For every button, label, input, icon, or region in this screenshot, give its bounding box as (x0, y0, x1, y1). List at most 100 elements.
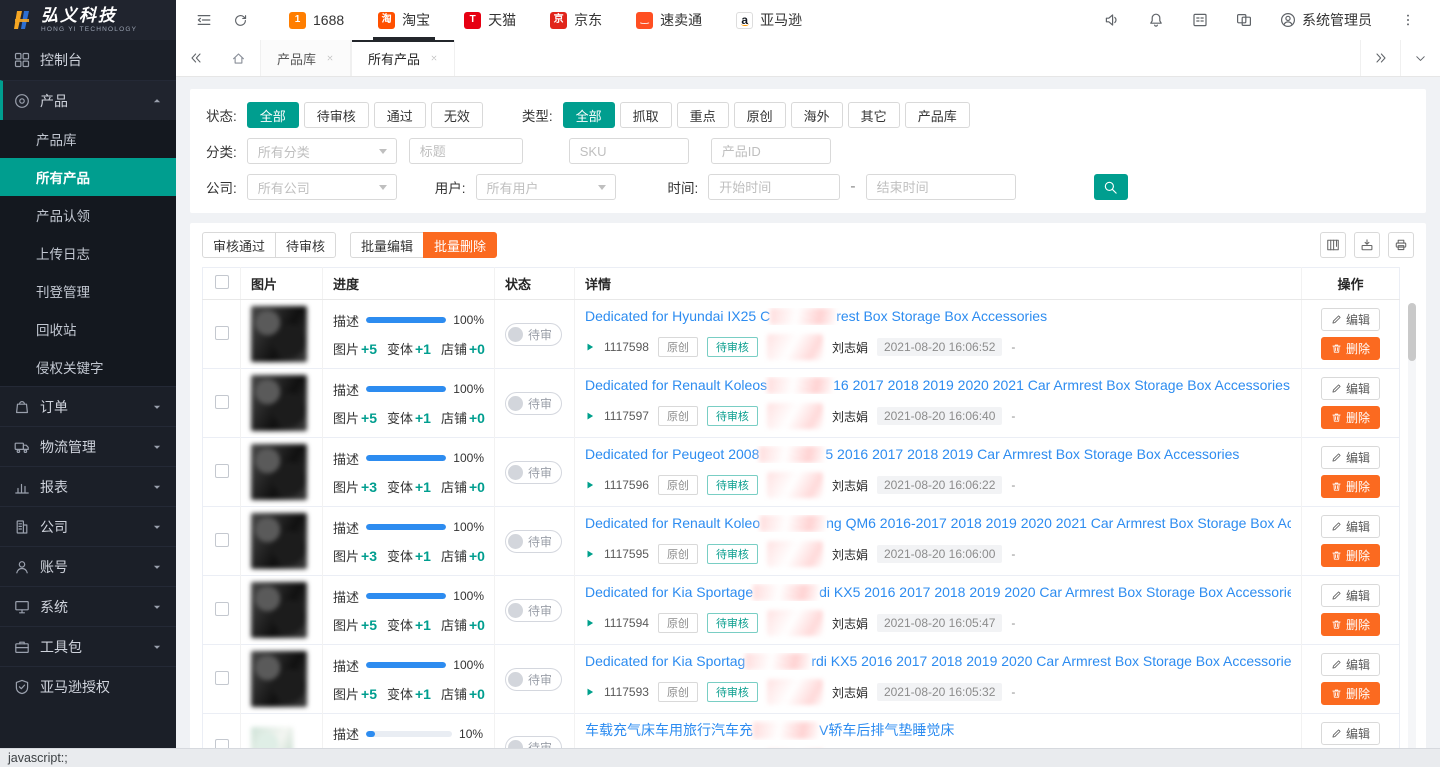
row-checkbox[interactable] (215, 739, 229, 748)
sidebar-item-amazon-auth[interactable]: 亚马逊授权 (0, 666, 176, 706)
filter-chip[interactable]: 待审核 (304, 102, 369, 128)
product-thumbnail[interactable] (251, 444, 307, 500)
product-title-link[interactable]: Dedicated for Peugeot 20085 2016 2017 20… (585, 446, 1291, 463)
set-pending-button[interactable]: 待审核 (275, 232, 336, 258)
edit-button[interactable]: 编辑 (1321, 722, 1380, 745)
product-title-link[interactable]: Dedicated for Renault Koleos16 2017 2018… (585, 377, 1291, 394)
category-select[interactable]: 所有分类 (247, 138, 397, 164)
marketplace-tab-tmall[interactable]: T天猫 (447, 0, 533, 40)
filter-chip[interactable]: 其它 (848, 102, 900, 128)
audit-switch[interactable]: 待审 (505, 323, 562, 346)
marketplace-tab-amazon[interactable]: a亚马逊 (719, 0, 819, 40)
delete-button[interactable]: 删除 (1321, 544, 1380, 567)
filter-chip[interactable]: 全部 (247, 102, 299, 128)
product-title-link[interactable]: Dedicated for Renault Koleong QM6 2016-2… (585, 515, 1291, 532)
batch-edit-button[interactable]: 批量编辑 (350, 232, 424, 258)
product-thumbnail[interactable] (251, 306, 307, 362)
delete-button[interactable]: 删除 (1321, 337, 1380, 360)
product-title-link[interactable]: Dedicated for Hyundai IX25 Crest Box Sto… (585, 308, 1291, 325)
close-tab-icon[interactable] (326, 54, 334, 62)
delete-button[interactable]: 删除 (1321, 682, 1380, 705)
product-thumbnail[interactable] (251, 513, 307, 569)
marketplace-tab-aliexpress[interactable]: ‿速卖通 (619, 0, 719, 40)
print-icon[interactable] (1388, 232, 1414, 258)
notification-bell-icon[interactable] (1134, 0, 1178, 40)
apps-grid-icon[interactable] (1178, 0, 1222, 40)
sidebar-subitem[interactable]: 回收站 (0, 310, 176, 348)
search-button[interactable] (1094, 174, 1128, 200)
company-select[interactable]: 所有公司 (247, 174, 397, 200)
row-checkbox[interactable] (215, 326, 229, 340)
close-tab-icon[interactable] (430, 54, 438, 62)
play-icon[interactable] (585, 342, 595, 352)
end-time-input[interactable] (866, 174, 1016, 200)
delete-button[interactable]: 删除 (1321, 406, 1380, 429)
audit-switch[interactable]: 待审 (505, 736, 562, 748)
row-checkbox[interactable] (215, 602, 229, 616)
table-scrollbar-thumb[interactable] (1408, 303, 1416, 361)
filter-chip[interactable]: 重点 (677, 102, 729, 128)
edit-button[interactable]: 编辑 (1321, 653, 1380, 676)
filter-chip[interactable]: 海外 (791, 102, 843, 128)
sku-input[interactable] (569, 138, 689, 164)
sidebar-subitem[interactable]: 产品库 (0, 120, 176, 158)
edit-button[interactable]: 编辑 (1321, 377, 1380, 400)
product-id-input[interactable] (711, 138, 831, 164)
sidebar-item-order[interactable]: 订单 (0, 386, 176, 426)
sidebar-item-toolkit[interactable]: 工具包 (0, 626, 176, 666)
page-tab[interactable]: 产品库 (260, 40, 351, 76)
user-select[interactable]: 所有用户 (476, 174, 616, 200)
export-icon[interactable] (1354, 232, 1380, 258)
sidebar-item-logistics[interactable]: 物流管理 (0, 426, 176, 466)
audit-switch[interactable]: 待审 (505, 392, 562, 415)
filter-chip[interactable]: 抓取 (620, 102, 672, 128)
tabs-dropdown-icon[interactable] (1400, 40, 1440, 76)
filter-chip[interactable]: 全部 (563, 102, 615, 128)
audit-switch[interactable]: 待审 (505, 461, 562, 484)
row-checkbox[interactable] (215, 671, 229, 685)
announcement-icon[interactable] (1090, 0, 1134, 40)
play-icon[interactable] (585, 480, 595, 490)
row-checkbox[interactable] (215, 395, 229, 409)
audit-switch[interactable]: 待审 (505, 599, 562, 622)
filter-chip[interactable]: 产品库 (905, 102, 970, 128)
marketplace-tab-taobao[interactable]: 淘淘宝 (361, 0, 447, 40)
audit-switch[interactable]: 待审 (505, 530, 562, 553)
edit-button[interactable]: 编辑 (1321, 308, 1380, 331)
product-title-link[interactable]: 车载充气床车用旅行汽车充V轿车后排气垫睡觉床 (585, 720, 1291, 740)
product-thumbnail[interactable] (251, 727, 293, 749)
batch-delete-button[interactable]: 批量删除 (423, 232, 497, 258)
approve-button[interactable]: 审核通过 (202, 232, 276, 258)
marketplace-tab-jd[interactable]: 京京东 (533, 0, 619, 40)
refresh-icon[interactable] (222, 0, 258, 40)
title-input[interactable] (409, 138, 523, 164)
sidebar-item-dashboard[interactable]: 控制台 (0, 40, 176, 80)
product-thumbnail[interactable] (251, 375, 307, 431)
filter-chip[interactable]: 通过 (374, 102, 426, 128)
product-thumbnail[interactable] (251, 651, 307, 707)
audit-switch[interactable]: 待审 (505, 668, 562, 691)
sidebar-item-report[interactable]: 报表 (0, 466, 176, 506)
play-icon[interactable] (585, 687, 595, 697)
select-all-checkbox[interactable] (215, 275, 229, 289)
delete-button[interactable]: 删除 (1321, 613, 1380, 636)
sidebar-subitem[interactable]: 刊登管理 (0, 272, 176, 310)
page-tab[interactable]: 所有产品 (351, 40, 455, 76)
home-tab-icon[interactable] (216, 40, 260, 76)
edit-button[interactable]: 编辑 (1321, 446, 1380, 469)
sidebar-subitem[interactable]: 产品认领 (0, 196, 176, 234)
filter-chip[interactable]: 无效 (431, 102, 483, 128)
user-menu[interactable]: 系统管理员 (1266, 10, 1386, 30)
edit-button[interactable]: 编辑 (1321, 584, 1380, 607)
play-icon[interactable] (585, 549, 595, 559)
marketplace-tab-1688[interactable]: 11688 (272, 0, 361, 40)
kebab-menu-icon[interactable] (1386, 0, 1430, 40)
sidebar-item-company[interactable]: 公司 (0, 506, 176, 546)
filter-chip[interactable]: 原创 (734, 102, 786, 128)
sidebar-subitem[interactable]: 侵权关键字 (0, 348, 176, 386)
table-scrollbar[interactable] (1408, 303, 1416, 748)
sidebar-item-product[interactable]: 产品 (0, 80, 176, 120)
sidebar-item-system[interactable]: 系统 (0, 586, 176, 626)
edit-button[interactable]: 编辑 (1321, 515, 1380, 538)
menu-fold-icon[interactable] (186, 0, 222, 40)
